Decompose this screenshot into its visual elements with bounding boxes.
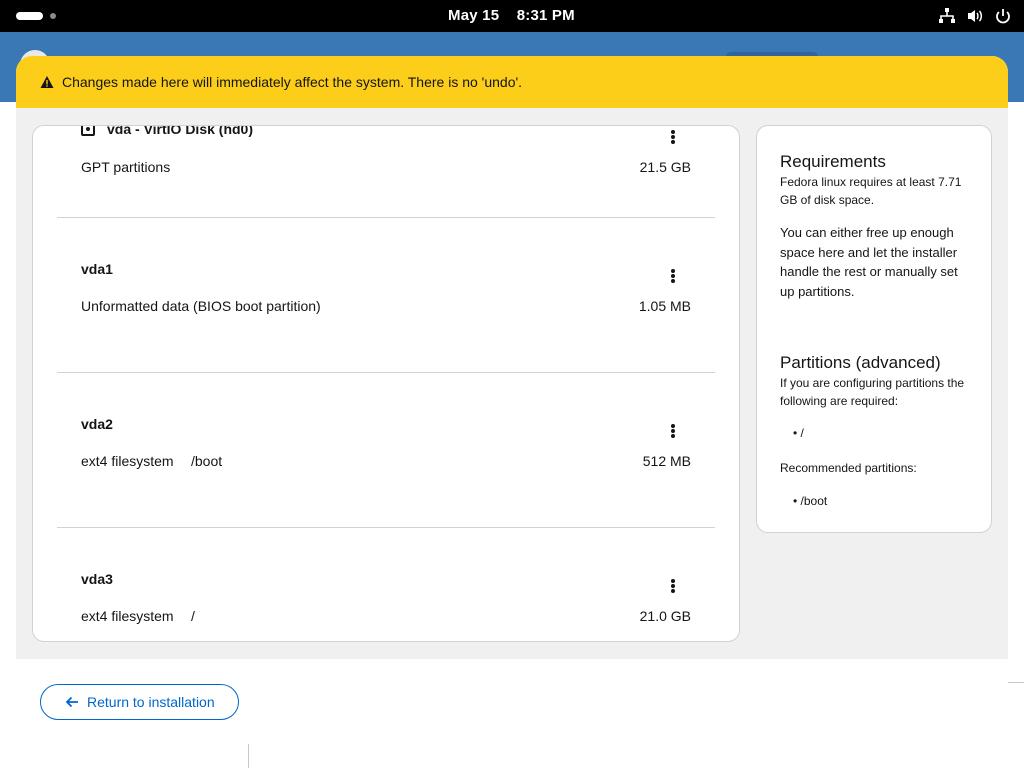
partition-actions-menu-button[interactable]: [665, 577, 681, 595]
disk-header: vda - VirtIO Disk (hd0): [81, 125, 253, 137]
disk-actions-menu-button[interactable]: [665, 128, 681, 146]
disk-title: vda - VirtIO Disk (hd0): [107, 125, 253, 137]
clock[interactable]: May 15 8:31 PM: [448, 7, 575, 24]
partition-mount-point: /boot: [191, 453, 223, 469]
return-to-installation-label: Return to installation: [87, 694, 215, 710]
background-divider: [248, 744, 249, 768]
partition-name: vda1: [81, 261, 113, 277]
disk-icon: [81, 126, 95, 136]
system-top-bar: May 15 8:31 PM: [0, 0, 1024, 32]
warning-banner: Changes made here will immediately affec…: [16, 56, 1008, 108]
partition-size: 21.0 GB: [639, 608, 691, 624]
list-item: /: [793, 426, 804, 440]
partition-actions-menu-button[interactable]: [665, 267, 681, 285]
return-to-installation-button[interactable]: Return to installation: [40, 684, 239, 720]
partition-name: vda3: [81, 571, 113, 587]
clock-date: May 15: [448, 7, 500, 24]
workspace-indicator-active[interactable]: [16, 12, 43, 20]
partition-size: 1.05 MB: [638, 298, 691, 314]
storage-editor-dialog: Changes made here will immediately affec…: [16, 56, 1008, 744]
list-item: /boot: [793, 494, 828, 508]
advanced-text: If you are configuring partitions the fo…: [780, 376, 965, 408]
network-icon[interactable]: [938, 7, 956, 25]
power-icon[interactable]: [994, 7, 1012, 25]
warning-text: Changes made here will immediately affec…: [62, 74, 523, 90]
partition-actions-menu-button[interactable]: [665, 422, 681, 440]
requirements-text: Fedora linux requires at least 7.71 GB o…: [780, 175, 962, 207]
disk-type: GPT partitions: [81, 159, 171, 175]
background-divider: [1007, 682, 1024, 683]
arrow-left-icon: [65, 696, 78, 708]
partition-type: ext4 filesystem: [81, 608, 174, 624]
partition-name: vda2: [81, 416, 113, 432]
partition-size: 512 MB: [642, 453, 691, 469]
system-tray[interactable]: [938, 7, 1012, 25]
requirements-panel: Requirements Fedora linux requires at le…: [756, 125, 992, 533]
workspace-indicator[interactable]: [50, 13, 56, 19]
disk-card: vda - VirtIO Disk (hd0) GPT partitions 2…: [32, 125, 740, 642]
divider: [57, 372, 715, 373]
recommended-label: Recommended partitions:: [780, 461, 917, 475]
required-partitions-list: /: [793, 426, 804, 440]
dialog-footer: Return to installation: [16, 659, 1008, 744]
recommended-partitions-list: /boot: [793, 494, 828, 508]
clock-time: 8:31 PM: [516, 7, 575, 24]
requirements-title: Requirements: [780, 152, 886, 171]
volume-icon[interactable]: [966, 7, 984, 25]
requirements-hint: You can either free up enough space here…: [780, 225, 958, 299]
disk-size: 21.5 GB: [639, 159, 691, 175]
partition-mount-point: /: [191, 608, 195, 624]
divider: [57, 527, 715, 528]
advanced-title: Partitions (advanced): [780, 353, 941, 372]
divider: [57, 217, 715, 218]
warning-icon: [40, 76, 54, 88]
partition-type: ext4 filesystem: [81, 453, 174, 469]
partition-type: Unformatted data (BIOS boot partition): [81, 298, 321, 314]
